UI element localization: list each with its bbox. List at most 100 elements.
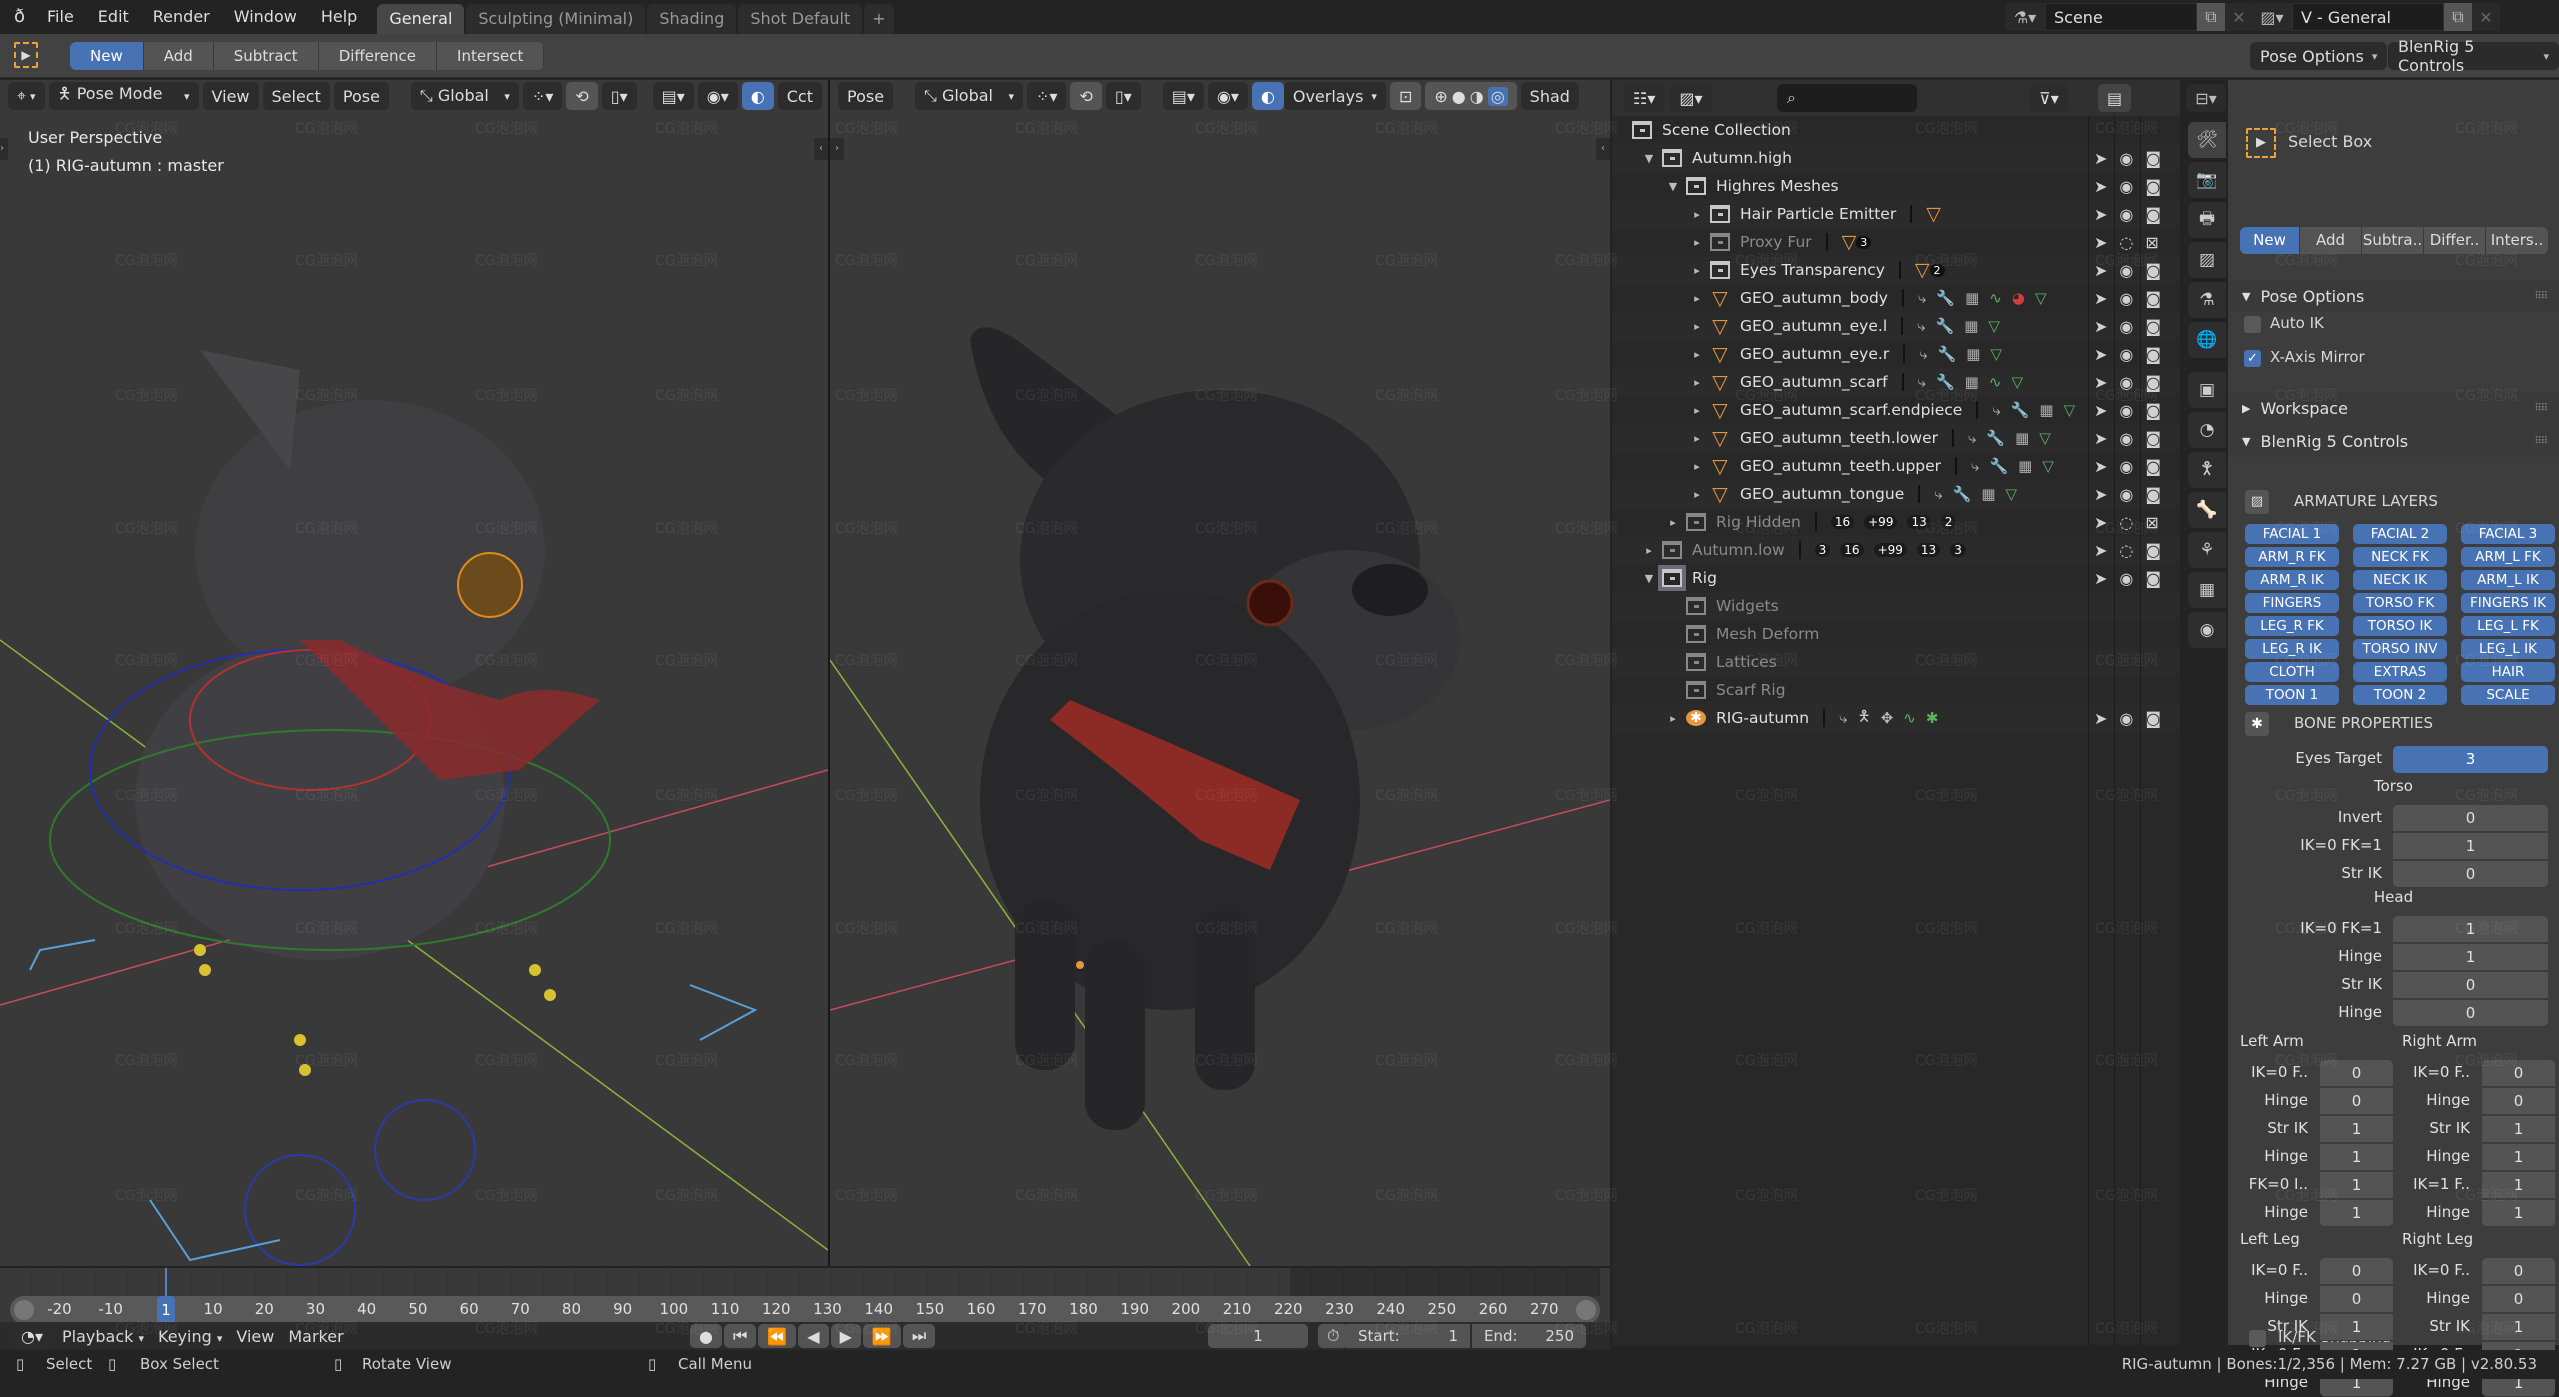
armature-layer-toggle[interactable]: ARM_R FK bbox=[2245, 547, 2339, 567]
shading-partial-label[interactable]: Shad bbox=[1520, 82, 1579, 110]
timeline-scrubber[interactable]: -20 -10 10 20 30 40 50 60 70 80 90 100 110 120 130 140 1… bbox=[10, 1296, 1600, 1324]
outliner-row[interactable]: ▸ Rig Hidden 16 +99 13 2 ➤ ◌ ⊠ bbox=[1612, 508, 2180, 536]
render-camera-icon[interactable]: ◙ bbox=[2145, 485, 2161, 504]
vertex-groups-icon[interactable]: ▽ bbox=[1990, 345, 2002, 363]
mode-selector[interactable]: 🯅 Pose Mode ▾ bbox=[48, 82, 199, 110]
selectable-toggle-icon[interactable]: ➤ bbox=[2094, 541, 2107, 560]
left_arm-field-value[interactable]: 0 bbox=[2320, 1060, 2393, 1087]
material-icon[interactable]: ◕ bbox=[2012, 289, 2025, 307]
visibility-eye-icon[interactable]: ◉ bbox=[2119, 457, 2133, 476]
bone-constraint-tab-icon[interactable]: ⚘ bbox=[2188, 532, 2226, 568]
current-frame-indicator[interactable]: 1 bbox=[157, 1296, 175, 1324]
particle-system-icon[interactable]: ▦ bbox=[1965, 373, 1979, 391]
armature-layer-toggle[interactable]: FINGERS IK bbox=[2461, 593, 2555, 613]
bones-icon[interactable]: ✥ bbox=[1881, 709, 1894, 727]
mode-subtract-button[interactable]: Subtract bbox=[213, 42, 319, 70]
mode-add-button[interactable]: Add bbox=[143, 42, 214, 70]
outliner-row[interactable]: Mesh Deform bbox=[1612, 620, 2180, 648]
left_leg-field-value[interactable]: 1 bbox=[2320, 1314, 2393, 1341]
menu-help[interactable]: Help bbox=[309, 0, 369, 34]
armature-layer-toggle[interactable]: NECK FK bbox=[2353, 547, 2447, 567]
menu-marker[interactable]: Marker bbox=[288, 1327, 343, 1346]
render-camera-icon[interactable]: ◙ bbox=[2145, 317, 2161, 336]
render-camera-icon[interactable]: ◙ bbox=[2145, 149, 2161, 168]
parent-relation-icon[interactable]: ⤷ bbox=[1968, 429, 1976, 447]
expand-arrow-icon[interactable]: ▸ bbox=[1690, 292, 1704, 305]
menu-keying[interactable]: Keying ▾ bbox=[158, 1327, 222, 1346]
selectable-toggle-icon[interactable]: ➤ bbox=[2094, 709, 2107, 728]
play-button[interactable]: ▶ bbox=[830, 1324, 861, 1348]
outliner-row[interactable]: ▸ Eyes Transparency ▽ 2 ➤ ◉ ◙ bbox=[1612, 256, 2180, 284]
outliner-row[interactable]: ▸ Proxy Fur ▽ 3 ➤ ◌ ⊠ bbox=[1612, 228, 2180, 256]
vertex-groups-icon[interactable]: ▽ bbox=[2011, 373, 2023, 391]
parent-relation-icon[interactable]: ⤷ bbox=[1919, 345, 1927, 363]
expand-arrow-icon[interactable]: ▸ bbox=[1690, 376, 1704, 389]
particle-system-icon[interactable]: ▦ bbox=[2039, 401, 2053, 419]
menu-edit[interactable]: Edit bbox=[86, 0, 141, 34]
menu-window[interactable]: Window bbox=[222, 0, 309, 34]
vertex-groups-icon[interactable]: ▽ bbox=[2042, 457, 2054, 475]
drag-handle-icon[interactable]: ⠿⠿ bbox=[2534, 436, 2548, 447]
render-camera-icon[interactable]: ◙ bbox=[2145, 261, 2161, 280]
blender-logo-icon[interactable]: ð bbox=[0, 0, 35, 34]
selectable-toggle-icon[interactable]: ➤ bbox=[2094, 317, 2107, 336]
render-camera-icon[interactable]: ◙ bbox=[2145, 401, 2161, 420]
jump-start-button[interactable]: ⏮ bbox=[723, 1324, 757, 1348]
toolbar-expand-icon[interactable]: › bbox=[0, 138, 8, 160]
visibility-eye-icon[interactable]: ◌ bbox=[2119, 541, 2133, 560]
solid-shading-icon[interactable]: ● bbox=[1452, 87, 1466, 106]
view-layer-name-field[interactable]: V - General bbox=[2292, 3, 2444, 31]
parent-relation-icon[interactable]: ⤷ bbox=[1918, 373, 1926, 391]
gizmo-toggle[interactable]: ◐ bbox=[741, 82, 774, 110]
wireframe-shading-icon[interactable]: ⊕ bbox=[1434, 87, 1447, 106]
armature-layer-toggle[interactable]: FACIAL 2 bbox=[2353, 524, 2447, 544]
scrubber-right-handle[interactable] bbox=[1576, 1300, 1596, 1320]
view-layer-tab-icon[interactable]: ▨ bbox=[2188, 242, 2226, 278]
snap-target-button[interactable]: ▯▾ bbox=[601, 82, 637, 110]
eyes-target-field[interactable]: 3 bbox=[2393, 746, 2548, 773]
mesh-children-icon[interactable]: ▽ bbox=[1915, 259, 1930, 281]
selectable-toggle-icon[interactable]: ➤ bbox=[2094, 177, 2107, 196]
head-field-value[interactable]: 0 bbox=[2393, 972, 2548, 999]
visibility-eye-icon[interactable]: ◉ bbox=[2119, 485, 2133, 504]
visibility-eye-icon[interactable]: ◉ bbox=[2119, 289, 2133, 308]
collapse-arrow-icon[interactable]: ▼ bbox=[1642, 572, 1656, 585]
output-tab-icon[interactable]: 🖶 bbox=[2188, 202, 2226, 238]
outliner-row[interactable]: Scarf Rig bbox=[1612, 676, 2180, 704]
left_leg-field-value[interactable]: 0 bbox=[2320, 1286, 2393, 1313]
editor-type-button[interactable]: ⌖ ▾ bbox=[8, 82, 45, 110]
particle-system-icon[interactable]: ▦ bbox=[2015, 429, 2029, 447]
pivot-point-button[interactable]: ⁘▾ bbox=[522, 82, 563, 110]
particle-system-icon[interactable]: ▦ bbox=[1964, 317, 1978, 335]
rendered-shading-icon[interactable]: ◎ bbox=[1487, 86, 1508, 106]
transform-orientation-dropdown[interactable]: ⤡ Global ▾ bbox=[915, 82, 1024, 110]
select-box-tool-icon[interactable]: ▶ bbox=[14, 42, 38, 68]
modifier-wrench-icon[interactable]: 🔧 bbox=[1938, 345, 1957, 363]
scene-tab-icon[interactable]: ⚗ bbox=[2188, 282, 2226, 318]
left_arm-field-value[interactable]: 1 bbox=[2320, 1172, 2393, 1199]
workspace-tab-sculpting[interactable]: Sculpting (Minimal) bbox=[466, 4, 646, 34]
visibility-eye-icon[interactable]: ◉ bbox=[2119, 373, 2133, 392]
outliner-row[interactable]: Widgets bbox=[1612, 592, 2180, 620]
playhead-line[interactable] bbox=[165, 1268, 167, 1298]
bone-constraint-icon[interactable]: ∿ bbox=[1903, 709, 1916, 727]
right_leg-field-value[interactable]: 1 bbox=[2482, 1314, 2555, 1341]
outliner-row[interactable]: ▸ Autumn.low 3 16 +99 13 3 ➤ ◌ ◙ bbox=[1612, 536, 2180, 564]
outliner-row[interactable]: Lattices bbox=[1612, 648, 2180, 676]
mode-add-button[interactable]: Add bbox=[2300, 227, 2362, 254]
bone-tab-icon[interactable]: 🦴 bbox=[2188, 492, 2226, 528]
outliner-row[interactable]: Scene Collection bbox=[1612, 116, 2180, 144]
outliner-row[interactable]: ▸ ▽ GEO_autumn_teeth.lower ⤷ 🔧 ▦ ▽ ➤ ◉ ◙ bbox=[1612, 424, 2180, 452]
particle-system-icon[interactable]: ▦ bbox=[1965, 289, 1979, 307]
outliner-row[interactable]: ▸ ▽ GEO_autumn_scarf ⤷ 🔧 ▦ ∿ ▽ ➤ ◉ ◙ bbox=[1612, 368, 2180, 396]
blenrig-controls-dropdown[interactable]: BlenRig 5 Controls ▾ bbox=[2388, 37, 2559, 75]
mode-difference-button[interactable]: Differ.. bbox=[2424, 227, 2486, 254]
hook-curve-icon[interactable]: ∿ bbox=[1989, 289, 2002, 307]
expand-arrow-icon[interactable]: ▸ bbox=[1690, 208, 1704, 221]
properties-editor-type-button[interactable]: ⊟▾ bbox=[2186, 84, 2226, 112]
expand-arrow-icon[interactable]: ▸ bbox=[1690, 320, 1704, 333]
selectable-toggle-icon[interactable]: ➤ bbox=[2094, 457, 2107, 476]
armature-layer-toggle[interactable]: CLOTH bbox=[2245, 662, 2339, 682]
sidebar-expand-icon[interactable]: ‹ bbox=[1596, 138, 1610, 160]
auto-ik-checkbox[interactable] bbox=[2244, 316, 2261, 333]
